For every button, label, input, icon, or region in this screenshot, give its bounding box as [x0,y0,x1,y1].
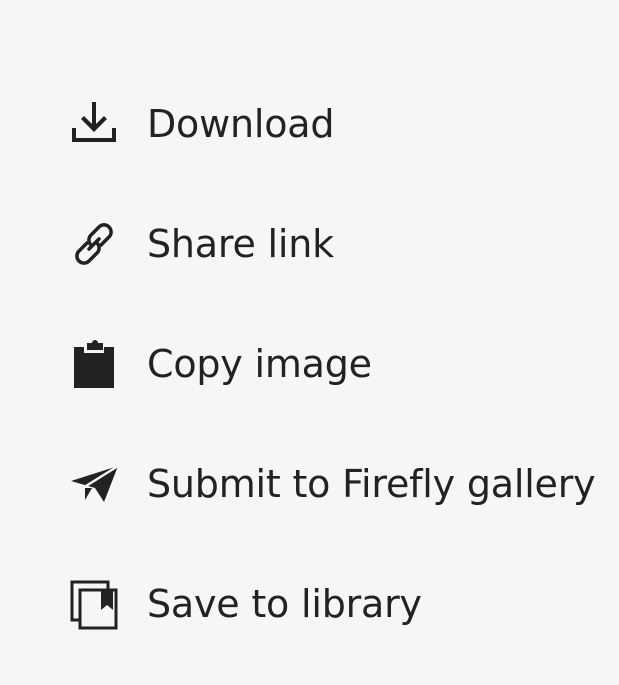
download-icon [68,97,122,151]
menu-item-label: Share link [147,222,334,266]
library-icon [68,577,122,631]
menu-item-submit-gallery[interactable]: Submit to Firefly gallery [60,444,615,524]
paper-plane-icon [68,457,122,511]
menu-item-save-library[interactable]: Save to library [60,564,615,644]
menu-item-label: Save to library [147,582,422,626]
menu-item-label: Download [147,102,335,146]
menu-item-share-link[interactable]: Share link [60,204,615,284]
menu-item-copy-image[interactable]: Copy image [60,324,615,404]
share-menu: Download Share link Copy image Submit to… [0,0,619,685]
clipboard-icon [68,337,122,391]
menu-item-label: Submit to Firefly gallery [147,462,596,506]
menu-item-download[interactable]: Download [60,84,615,164]
menu-item-label: Copy image [147,342,372,386]
link-icon [68,217,122,271]
